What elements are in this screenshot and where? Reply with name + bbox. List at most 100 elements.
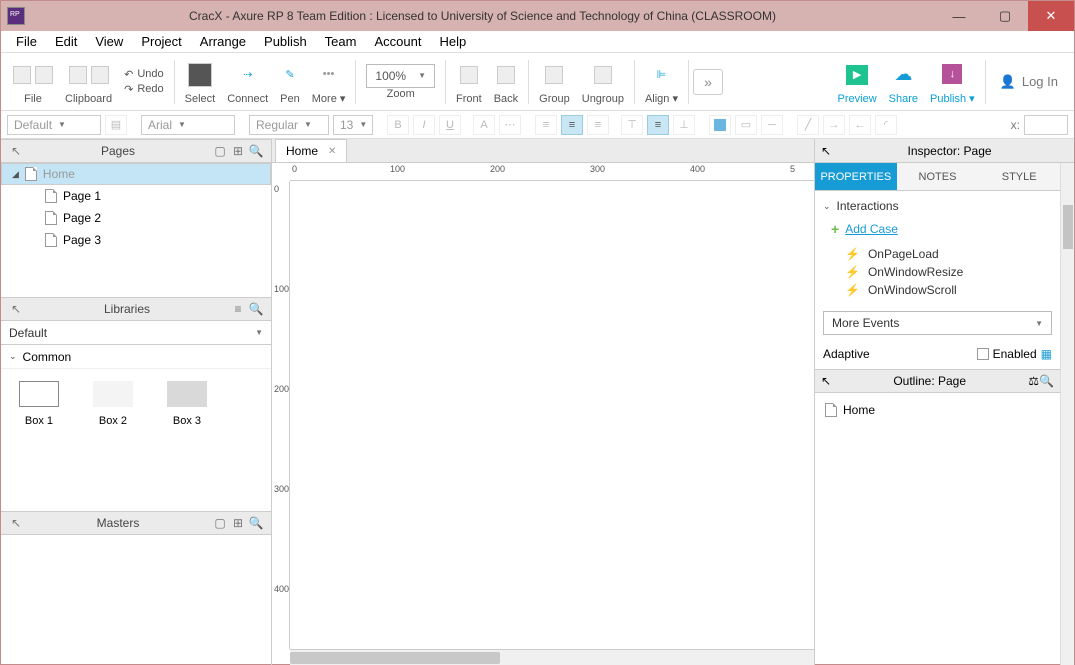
tool-file[interactable]: File (7, 53, 59, 110)
align-right[interactable]: ≡ (587, 115, 609, 135)
border-width[interactable]: ─ (761, 115, 783, 135)
front-icon (460, 66, 478, 84)
tab-home[interactable]: Home✕ (275, 139, 347, 162)
tool-publish[interactable]: ↓Publish ▾ (924, 53, 981, 110)
menu-edit[interactable]: Edit (48, 32, 84, 51)
collapse-icon[interactable]: ↖ (7, 516, 25, 530)
search-icon[interactable]: 🔍 (1039, 374, 1054, 388)
tool-preview[interactable]: ▶Preview (832, 53, 883, 110)
event-onwindowresize[interactable]: ⚡OnWindowResize (845, 265, 1052, 279)
size-select[interactable]: 13▼ (333, 115, 373, 135)
line-arrow2[interactable]: ← (849, 115, 871, 135)
menu-arrange[interactable]: Arrange (193, 32, 253, 51)
add-page-icon[interactable]: ▢ (211, 144, 229, 158)
zoom-select[interactable]: 100%▼ (366, 64, 435, 88)
event-onwindowscroll[interactable]: ⚡OnWindowScroll (845, 283, 1052, 297)
canvas[interactable] (290, 181, 814, 649)
collapse-icon[interactable]: ↖ (821, 144, 831, 158)
tool-connect[interactable]: ⇢Connect (221, 53, 274, 110)
enabled-checkbox[interactable] (977, 348, 989, 360)
libraries-panel: Default▼ ⌄Common Box 1 Box 2 Box 3 (1, 321, 271, 511)
underline-button[interactable]: U (439, 115, 461, 135)
valign-middle[interactable]: ≡ (647, 115, 669, 135)
menu-account[interactable]: Account (367, 32, 428, 51)
text-more[interactable]: ⋯ (499, 115, 521, 135)
scrollbar-v[interactable] (1060, 163, 1074, 665)
menu-project[interactable]: Project (134, 32, 188, 51)
page-2[interactable]: Page 2 (1, 207, 271, 229)
tool-align[interactable]: ⊫Align ▾ (639, 53, 684, 110)
page-3[interactable]: Page 3 (1, 229, 271, 251)
corner-radius[interactable]: ◜ (875, 115, 897, 135)
event-onpageload[interactable]: ⚡OnPageLoad (845, 247, 1052, 261)
undo-button[interactable]: ↶Undo (124, 68, 164, 81)
style-painter[interactable]: ▤ (105, 115, 127, 135)
add-case[interactable]: +Add Case (831, 221, 1052, 237)
filter-icon[interactable]: ⚖ (1028, 374, 1039, 388)
collapse-icon[interactable]: ↖ (821, 374, 831, 388)
bold-button[interactable]: B (387, 115, 409, 135)
search-icon[interactable]: 🔍 (247, 144, 265, 158)
tool-more[interactable]: •••More ▾ (306, 53, 352, 110)
valign-top[interactable]: ⊤ (621, 115, 643, 135)
close-tab-icon[interactable]: ✕ (328, 146, 336, 157)
valign-bottom[interactable]: ⊥ (673, 115, 695, 135)
library-select[interactable]: Default▼ (1, 321, 271, 345)
search-icon[interactable]: 🔍 (247, 302, 265, 316)
italic-button[interactable]: I (413, 115, 435, 135)
tab-properties[interactable]: PROPERTIES (815, 163, 897, 190)
page-1[interactable]: Page 1 (1, 185, 271, 207)
tool-ungroup[interactable]: Ungroup (576, 53, 630, 110)
collapse-icon[interactable]: ↖ (7, 144, 25, 158)
widget-box2[interactable]: Box 2 (93, 381, 133, 427)
tool-select[interactable]: Select (179, 53, 222, 110)
close-button[interactable]: ✕ (1028, 1, 1074, 31)
minimize-button[interactable]: — (936, 1, 982, 31)
widget-box1[interactable]: Box 1 (19, 381, 59, 427)
align-center[interactable]: ≡ (561, 115, 583, 135)
tool-front[interactable]: Front (450, 53, 488, 110)
menu-publish[interactable]: Publish (257, 32, 314, 51)
tool-share[interactable]: ☁Share (883, 53, 924, 110)
page-home[interactable]: ◢Home (1, 163, 271, 185)
align-left[interactable]: ≡ (535, 115, 557, 135)
font-select[interactable]: Arial▼ (141, 115, 235, 135)
menu-team[interactable]: Team (318, 32, 364, 51)
tool-group[interactable]: Group (533, 53, 576, 110)
login-button[interactable]: 👤Log In (990, 74, 1068, 90)
adaptive-icon[interactable]: ▦ (1041, 347, 1052, 361)
menu-file[interactable]: File (9, 32, 44, 51)
tool-clipboard[interactable]: Clipboard (59, 53, 118, 110)
outline-home[interactable]: Home (821, 399, 1054, 421)
add-master-icon[interactable]: ▢ (211, 516, 229, 530)
tool-pen[interactable]: ✎Pen (274, 53, 306, 110)
add-folder-icon[interactable]: ⊞ (229, 144, 247, 158)
style-select[interactable]: Default▼ (7, 115, 101, 135)
x-input[interactable] (1024, 115, 1068, 135)
tab-style[interactable]: STYLE (978, 163, 1060, 190)
more-events[interactable]: More Events▼ (823, 311, 1052, 335)
tool-back[interactable]: Back (488, 53, 524, 110)
add-folder-icon[interactable]: ⊞ (229, 516, 247, 530)
canvas-area: Home✕ 0 100 200 300 400 5 0 100 200 300 … (272, 139, 814, 665)
category-common[interactable]: ⌄Common (1, 345, 271, 369)
tab-notes[interactable]: NOTES (897, 163, 979, 190)
lib-menu-icon[interactable]: ≡ (229, 302, 247, 316)
search-icon[interactable]: 🔍 (247, 516, 265, 530)
weight-select[interactable]: Regular▼ (249, 115, 329, 135)
line-arrow[interactable]: → (823, 115, 845, 135)
page-icon (45, 211, 57, 225)
scrollbar-h[interactable] (290, 649, 814, 665)
menu-view[interactable]: View (88, 32, 130, 51)
interactions-section[interactable]: ⌄Interactions (823, 199, 1052, 213)
widget-box3[interactable]: Box 3 (167, 381, 207, 427)
maximize-button[interactable]: ▢ (982, 1, 1028, 31)
redo-button[interactable]: ↷Redo (124, 83, 164, 96)
text-color[interactable]: A (473, 115, 495, 135)
border-color[interactable]: ▭ (735, 115, 757, 135)
fill-color[interactable] (709, 115, 731, 135)
line-style[interactable]: ╱ (797, 115, 819, 135)
toolbar-overflow[interactable]: » (693, 69, 723, 95)
menu-help[interactable]: Help (432, 32, 473, 51)
collapse-icon[interactable]: ↖ (7, 302, 25, 316)
